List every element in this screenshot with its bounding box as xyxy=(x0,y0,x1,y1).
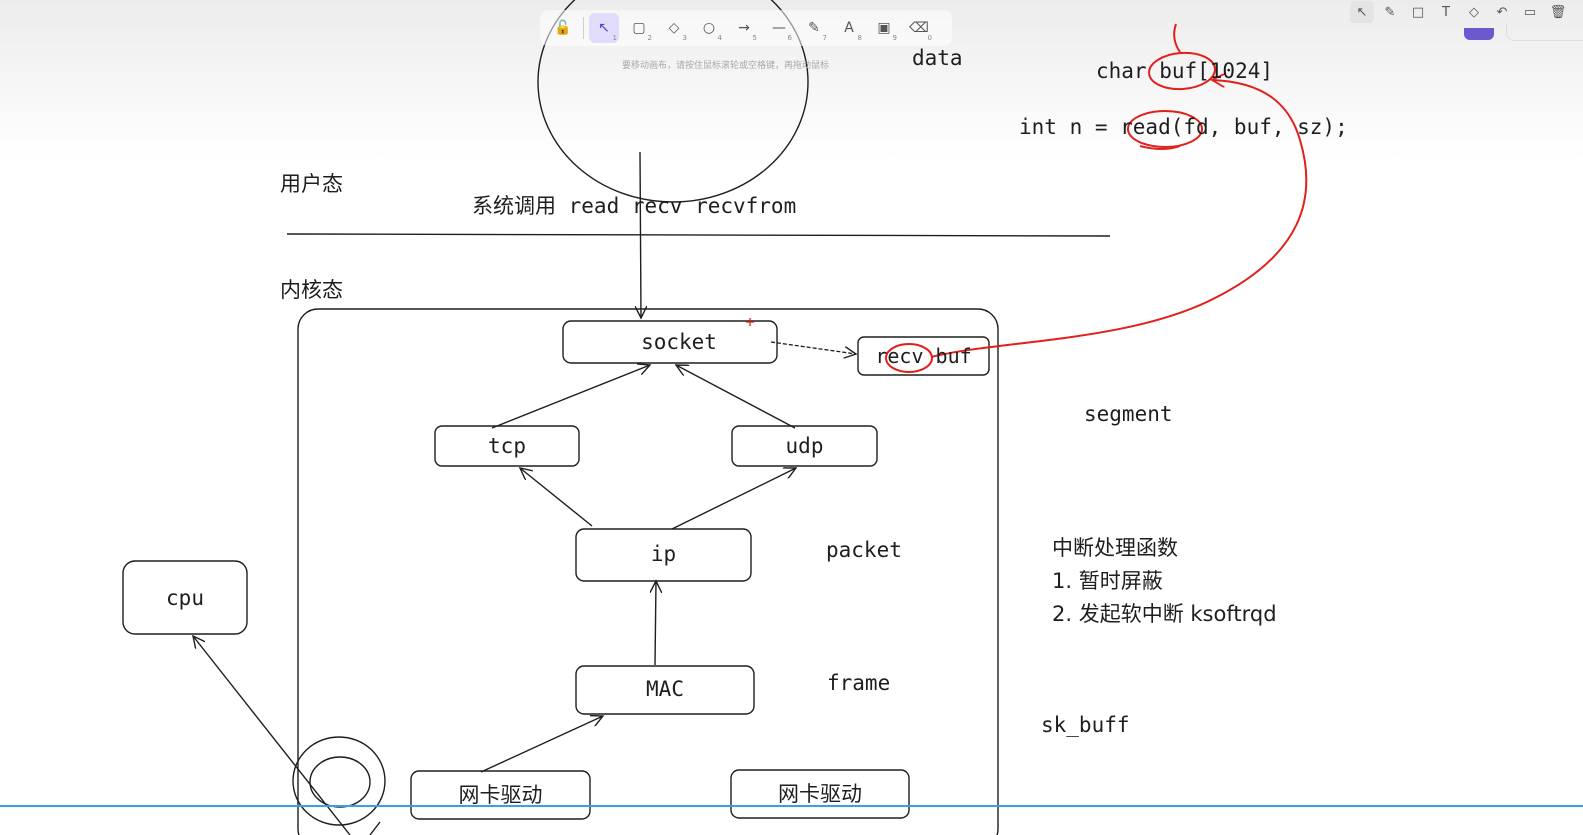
nic-driver-node-2: 网卡驱动 xyxy=(778,782,862,806)
mac-node: MAC xyxy=(646,677,684,701)
ellipse-tool[interactable]: ○ 4 xyxy=(694,13,724,43)
arrow-tool-icon: → xyxy=(738,20,750,36)
rectangle-tool-icon: ▢ xyxy=(632,20,646,36)
kernel-mode-label: 内核态 xyxy=(280,278,343,302)
code-line-buf: char buf[1024] xyxy=(1096,59,1274,83)
red-plus-mark xyxy=(746,318,754,326)
line-tool[interactable]: —6 xyxy=(764,13,794,43)
arrow-tool[interactable]: → 5 xyxy=(729,13,759,43)
draw-tool-icon: ✎ xyxy=(808,20,820,36)
tool-shortcut: 1 xyxy=(612,34,617,42)
text-icon[interactable]: T xyxy=(1434,1,1458,23)
nic-to-mac-arrow xyxy=(480,716,603,773)
interrupt-item-1: 1. 暂时屏蔽 xyxy=(1052,569,1163,593)
image-tool-icon: ▣ xyxy=(877,20,891,36)
packet-label: packet xyxy=(826,538,902,562)
tool-shortcut: 9 xyxy=(892,34,897,42)
line-tool-icon: — xyxy=(772,20,786,36)
toolbar-hint: 要移动画布，请按住鼠标滚轮或空格键，再拖动鼠标 xyxy=(622,61,830,71)
tcp-to-socket-arrow xyxy=(491,365,650,429)
tool-shortcut: 7 xyxy=(822,34,827,42)
image-tool[interactable]: ▣ 9 xyxy=(869,13,899,43)
ip-node: ip xyxy=(650,542,677,566)
eraser-tool[interactable]: ⌫ 0 xyxy=(904,13,934,43)
diamond-tool[interactable]: ◇ 3 xyxy=(659,13,689,43)
screen-icon[interactable]: ▭ xyxy=(1518,1,1542,23)
lock-tool[interactable]: 🔓 xyxy=(548,13,578,43)
pointer-icon[interactable]: ↖ xyxy=(1350,1,1374,23)
tool-shortcut: 6 xyxy=(787,34,792,42)
selection-tool-icon: ↖ xyxy=(598,20,610,36)
ellipse-tool-icon: ○ xyxy=(702,20,716,36)
interrupt-item-2: 2. 发起软中断 ksoftrqd xyxy=(1052,602,1277,626)
annotation-color-badge[interactable] xyxy=(1464,28,1494,40)
tcp-node: tcp xyxy=(488,434,526,458)
frame-label: frame xyxy=(827,671,891,695)
kernel-container xyxy=(297,308,999,835)
text-tool[interactable]: A8 xyxy=(834,13,864,43)
syscall-label: 系统调用 read recv recvfrom xyxy=(472,194,797,218)
tool-shortcut: 3 xyxy=(682,34,687,42)
udp-to-socket-arrow xyxy=(676,365,796,429)
data-label: data xyxy=(912,46,963,70)
rectangle-icon[interactable]: □ xyxy=(1406,1,1430,23)
segment-label: segment xyxy=(1084,402,1173,426)
tool-shortcut: 5 xyxy=(752,34,757,42)
nic-ring-inner xyxy=(309,756,371,808)
editor-toolbar: 🔓 ↖ 1 ▢ 2 ◇ 3 ○ 4 → 5—6 ✎ 7 A 8 ▣ 9 ⌫ 0 xyxy=(540,10,952,46)
annotation-panel xyxy=(1506,24,1583,41)
tool-shortcut: 8 xyxy=(857,34,862,42)
tool-shortcut: 2 xyxy=(647,34,652,42)
eraser-icon[interactable]: ◇ xyxy=(1462,1,1486,23)
interrupt-title: 中断处理函数 xyxy=(1052,536,1178,560)
tool-shortcut: 4 xyxy=(717,34,722,42)
nic-bottom-stroke xyxy=(369,821,381,835)
mode-boundary-line xyxy=(286,233,1111,237)
red-tick-buf xyxy=(1173,23,1181,53)
cpu-node: cpu xyxy=(166,586,204,610)
socket-node: socket xyxy=(641,330,717,354)
mac-to-ip-arrow xyxy=(655,581,656,666)
ip-to-tcp-arrow xyxy=(520,468,593,527)
udp-node: udp xyxy=(785,434,824,458)
tool-shortcut: 0 xyxy=(927,34,932,42)
diamond-tool-icon: ◇ xyxy=(668,20,680,36)
bottom-accent-line xyxy=(0,805,1583,807)
rectangle-tool[interactable]: ▢ 2 xyxy=(624,13,654,43)
undo-icon[interactable]: ↶ xyxy=(1490,1,1514,23)
eraser-tool-icon: ⌫ xyxy=(909,20,929,36)
ip-to-udp-arrow xyxy=(671,468,796,530)
toolbar-divider xyxy=(583,17,584,39)
sk-buff-label: sk_buff xyxy=(1041,713,1130,737)
user-mode-label: 用户态 xyxy=(280,172,343,196)
code-line-read: int n = read(fd, buf, sz); xyxy=(1019,115,1348,139)
draw-tool[interactable]: ✎ 7 xyxy=(799,13,829,43)
text-tool-icon: A xyxy=(844,20,854,36)
annotation-toolbar: ↖ ✎ □ T ◇ ↶ ▭ 🗑 xyxy=(1344,0,1583,24)
pen-icon[interactable]: ✎ xyxy=(1378,1,1402,23)
nic-driver-node-1: 网卡驱动 xyxy=(458,783,543,807)
recv-buf-node: recv buf xyxy=(875,344,972,368)
selection-tool[interactable]: ↖ 1 xyxy=(589,13,619,43)
lock-tool-icon: 🔓 xyxy=(554,20,572,36)
trash-icon[interactable]: 🗑 xyxy=(1546,1,1570,23)
syscall-arrow xyxy=(640,151,641,318)
